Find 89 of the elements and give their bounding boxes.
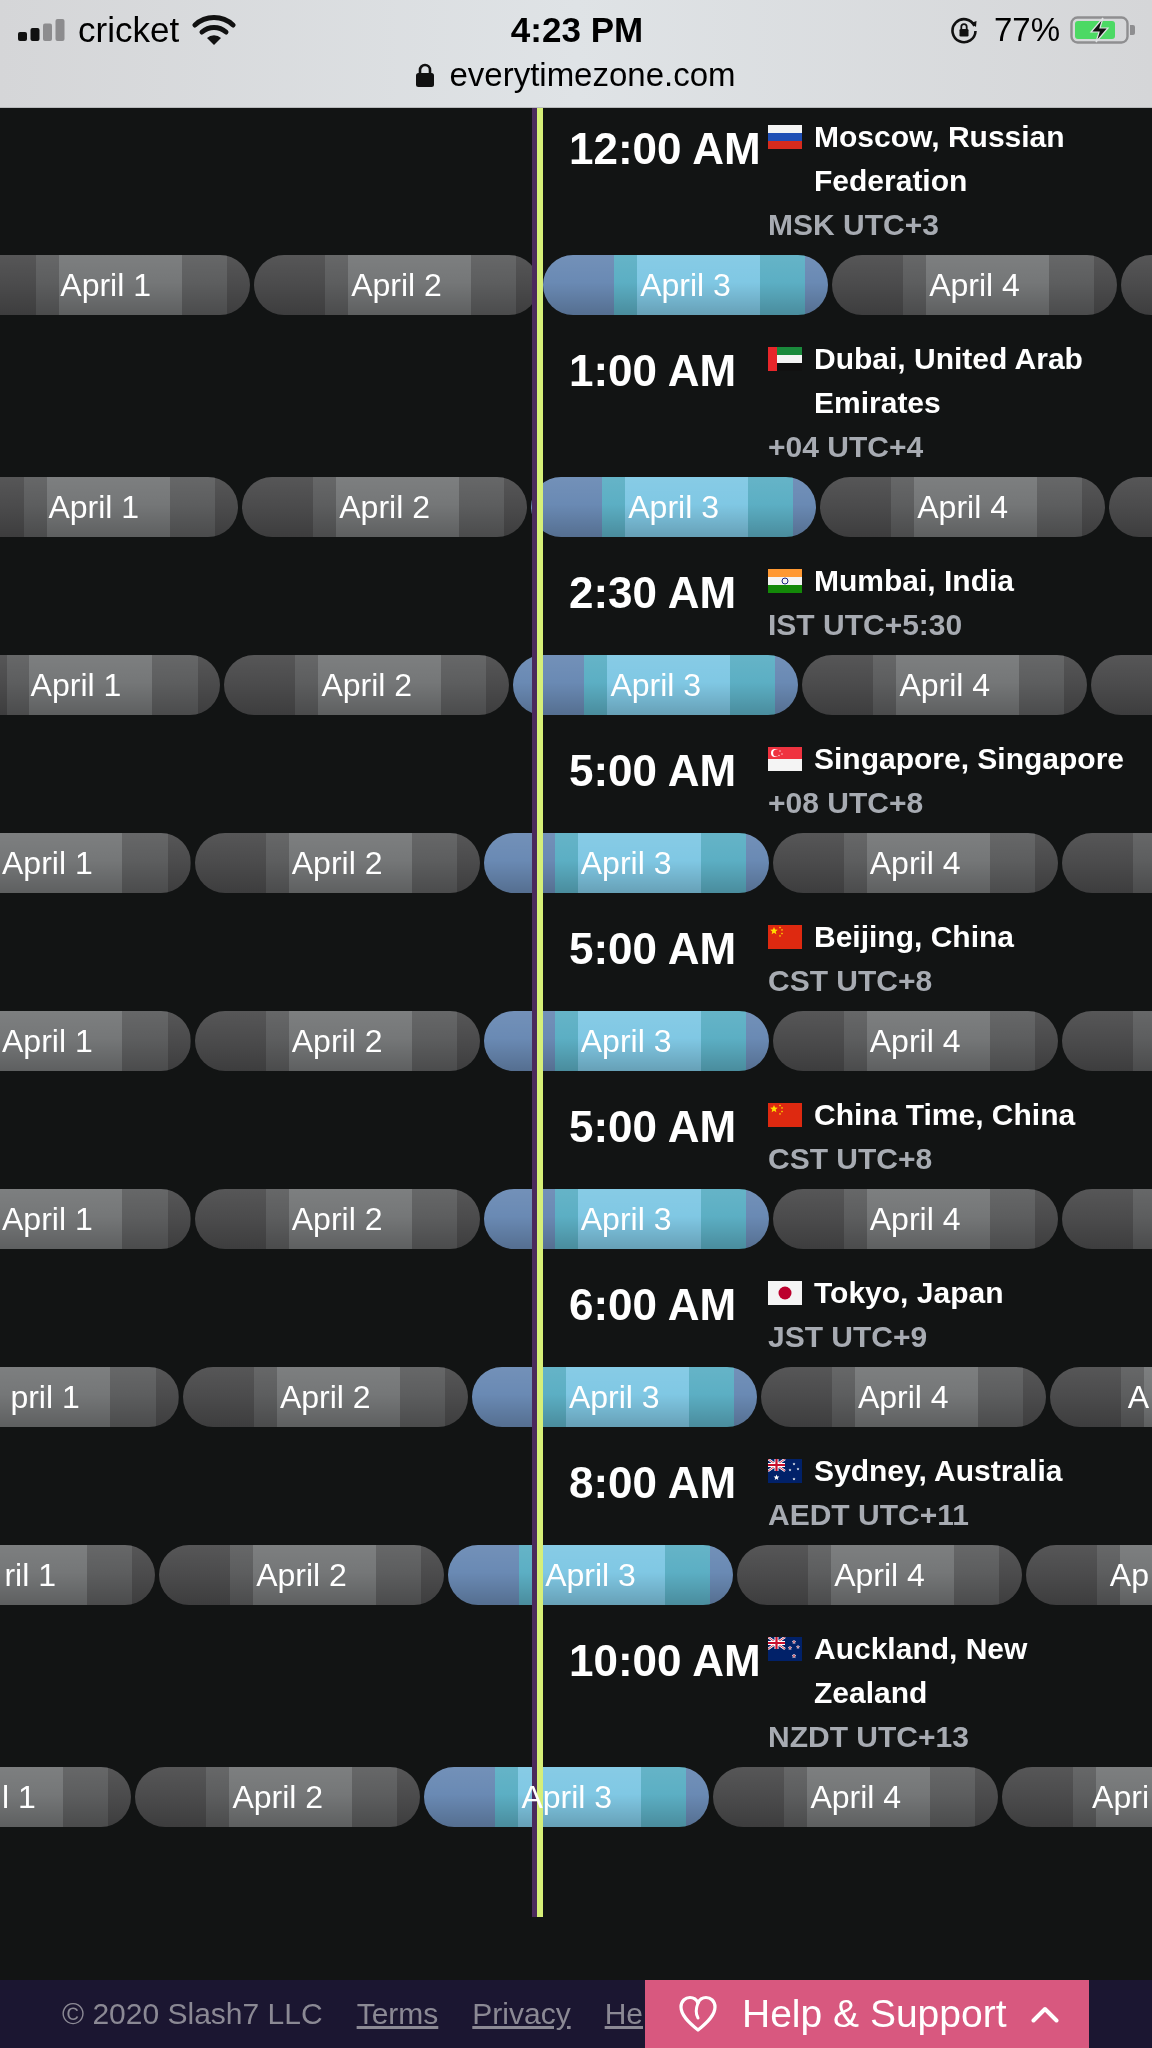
copyright-text: © 2020 Slash7 LLC bbox=[62, 1996, 323, 2032]
flag-icon bbox=[768, 1103, 802, 1127]
local-time: 6:00 AM bbox=[569, 1280, 737, 1330]
flag-icon bbox=[768, 925, 802, 949]
url-text: everytimezone.com bbox=[449, 57, 736, 93]
day-pill: April 2 bbox=[224, 655, 510, 715]
day-pill: April 4 bbox=[772, 833, 1058, 893]
day-pill: April 1 bbox=[0, 833, 191, 893]
day-pill: April 1 bbox=[0, 477, 239, 537]
timezone-label: +04 UTC+4 bbox=[768, 429, 924, 465]
day-pill: April 4 bbox=[772, 1189, 1058, 1249]
timezone-label: JST UTC+9 bbox=[768, 1319, 928, 1355]
day-pill: April 4 bbox=[802, 655, 1088, 715]
day-pill: April 3 bbox=[531, 477, 817, 537]
footer-link[interactable]: Terms bbox=[356, 1996, 439, 2032]
local-time: 12:00 AM bbox=[569, 124, 761, 174]
day-pill: l 1 bbox=[0, 1767, 132, 1827]
local-time: 5:00 AM bbox=[569, 924, 737, 974]
city-name: Mumbai, India bbox=[814, 563, 1014, 599]
flag-icon bbox=[768, 1459, 802, 1483]
city-name: Sydney, Australia bbox=[814, 1453, 1063, 1489]
day-pill: April 3 bbox=[448, 1545, 733, 1605]
day-pill: April 2 bbox=[159, 1545, 444, 1605]
day-pill: April 4 bbox=[737, 1545, 1022, 1605]
timezone-label: CST UTC+8 bbox=[768, 963, 933, 999]
timezone-label: +08 UTC+8 bbox=[768, 785, 924, 821]
flag-icon bbox=[768, 747, 802, 771]
day-pill: April 3 bbox=[483, 1011, 769, 1071]
chevron-up-icon bbox=[1030, 2005, 1059, 2023]
local-time: 5:00 AM bbox=[569, 746, 737, 796]
day-pill: April 2 bbox=[182, 1367, 468, 1427]
flag-icon bbox=[768, 569, 802, 593]
city-name: Tokyo, Japan bbox=[814, 1275, 1004, 1311]
battery-icon bbox=[1070, 16, 1136, 44]
flag-icon bbox=[768, 1637, 802, 1661]
day-pill: April 3 bbox=[543, 255, 828, 315]
day-pill: April 4 bbox=[760, 1367, 1046, 1427]
battery-percent: 77% bbox=[993, 10, 1060, 50]
clock-time: 4:23 PM bbox=[510, 10, 644, 49]
day-pill: April 1 bbox=[0, 1011, 191, 1071]
day-pill: April 2 bbox=[242, 477, 528, 537]
day-pill: April 3 bbox=[483, 1189, 769, 1249]
day-pill: April 4 bbox=[713, 1767, 999, 1827]
local-time: 1:00 AM bbox=[569, 346, 737, 396]
city-name: Singapore, Singapore bbox=[814, 741, 1125, 777]
day-pill: April 4 bbox=[832, 255, 1117, 315]
day-pill: April 1 bbox=[0, 1189, 191, 1249]
flag-icon bbox=[768, 125, 802, 149]
help-support-button[interactable]: Help & Support bbox=[645, 1980, 1089, 2048]
wifi-icon bbox=[192, 14, 237, 46]
footer-link[interactable]: Privacy bbox=[472, 1996, 571, 2032]
day-pill: April 4 bbox=[772, 1011, 1058, 1071]
city-name: Auckland, New Zealand bbox=[814, 1631, 1029, 1711]
city-name: Beijing, China bbox=[814, 919, 1014, 955]
day-pill: April 3 bbox=[513, 655, 799, 715]
city-name: Dubai, United Arab Emirates bbox=[814, 341, 1084, 421]
footer-link[interactable]: He bbox=[604, 1996, 643, 2032]
flag-icon bbox=[768, 347, 802, 371]
lock-icon bbox=[416, 63, 435, 87]
timezone-label: AEDT UTC+11 bbox=[768, 1497, 969, 1533]
local-time: 8:00 AM bbox=[569, 1458, 737, 1508]
day-pill: pril 1 bbox=[0, 1367, 179, 1427]
day-pill: A bbox=[1049, 1367, 1152, 1427]
flag-icon bbox=[768, 1281, 802, 1305]
local-time: 2:30 AM bbox=[569, 568, 737, 618]
day-pill: April 2 bbox=[135, 1767, 421, 1827]
timezone-label: NZDT UTC+13 bbox=[768, 1719, 969, 1755]
day-pill: April 3 bbox=[471, 1367, 757, 1427]
city-name: Moscow, Russian Federation bbox=[814, 119, 1066, 199]
day-pill: Ap bbox=[1026, 1545, 1152, 1605]
day-pill: April 1 bbox=[0, 255, 250, 315]
timezone-label: IST UTC+5:30 bbox=[768, 607, 963, 643]
day-pill: April 2 bbox=[194, 833, 480, 893]
day-pill: ril 1 bbox=[0, 1545, 155, 1605]
day-pill: April 2 bbox=[194, 1011, 480, 1071]
carrier-name: cricket bbox=[78, 10, 180, 50]
signal-strength-icon bbox=[18, 19, 65, 41]
city-name: China Time, China bbox=[814, 1097, 1076, 1133]
day-pill: April 3 bbox=[483, 833, 769, 893]
local-time: 5:00 AM bbox=[569, 1102, 737, 1152]
day-pill: April 1 bbox=[0, 655, 221, 715]
day-pill: Apri bbox=[1002, 1767, 1152, 1827]
timezone-label: CST UTC+8 bbox=[768, 1141, 933, 1177]
heart-icon bbox=[678, 1994, 718, 2034]
day-pill: April 2 bbox=[194, 1189, 480, 1249]
rotation-lock-icon bbox=[949, 16, 978, 44]
day-pill: April 4 bbox=[820, 477, 1106, 537]
local-time: 10:00 AM bbox=[569, 1636, 761, 1686]
timezone-label: MSK UTC+3 bbox=[768, 207, 939, 243]
